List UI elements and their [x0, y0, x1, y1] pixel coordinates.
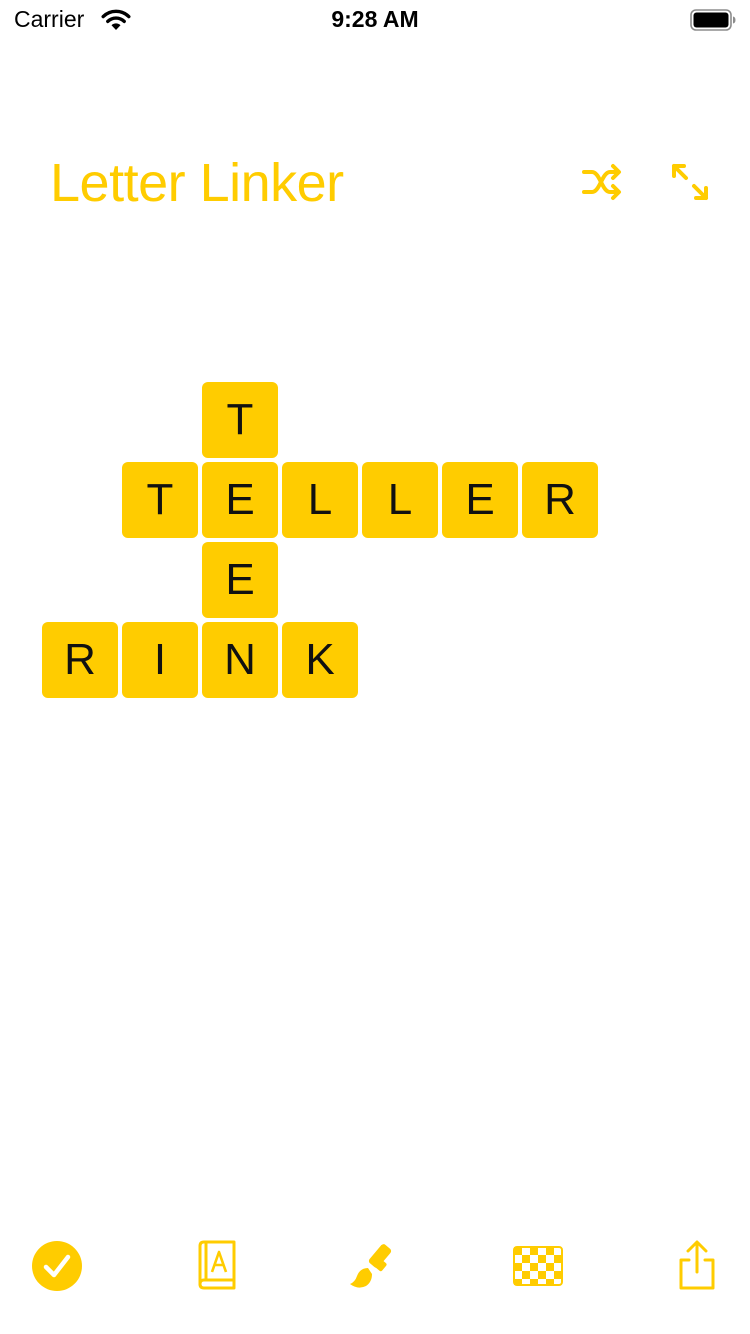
share-icon	[679, 1240, 715, 1290]
theme-button[interactable]	[344, 1236, 404, 1296]
letter-tile[interactable]: L	[362, 462, 438, 538]
letter-tile[interactable]: I	[122, 622, 198, 698]
letter-tile[interactable]: T	[202, 382, 278, 458]
letter-tile[interactable]: E	[202, 542, 278, 618]
check-button[interactable]	[27, 1236, 87, 1296]
word-board: T T E L L E R E R I N K	[0, 0, 750, 1334]
letter-tile[interactable]: E	[442, 462, 518, 538]
letter-tile[interactable]: E	[202, 462, 278, 538]
share-button[interactable]	[667, 1236, 727, 1296]
letter-tile[interactable]: R	[522, 462, 598, 538]
letter-tile[interactable]: N	[202, 622, 278, 698]
pattern-button[interactable]	[508, 1236, 568, 1296]
bottom-toolbar	[0, 1222, 750, 1312]
letter-tile[interactable]: K	[282, 622, 358, 698]
letter-tile[interactable]: L	[282, 462, 358, 538]
book-icon	[198, 1240, 236, 1290]
checkmark-circle-icon	[32, 1241, 82, 1291]
dictionary-button[interactable]	[186, 1236, 246, 1296]
paintbrush-icon	[350, 1244, 392, 1288]
letter-tile[interactable]: T	[122, 462, 198, 538]
checkerboard-icon	[513, 1246, 563, 1286]
letter-tile[interactable]: R	[42, 622, 118, 698]
